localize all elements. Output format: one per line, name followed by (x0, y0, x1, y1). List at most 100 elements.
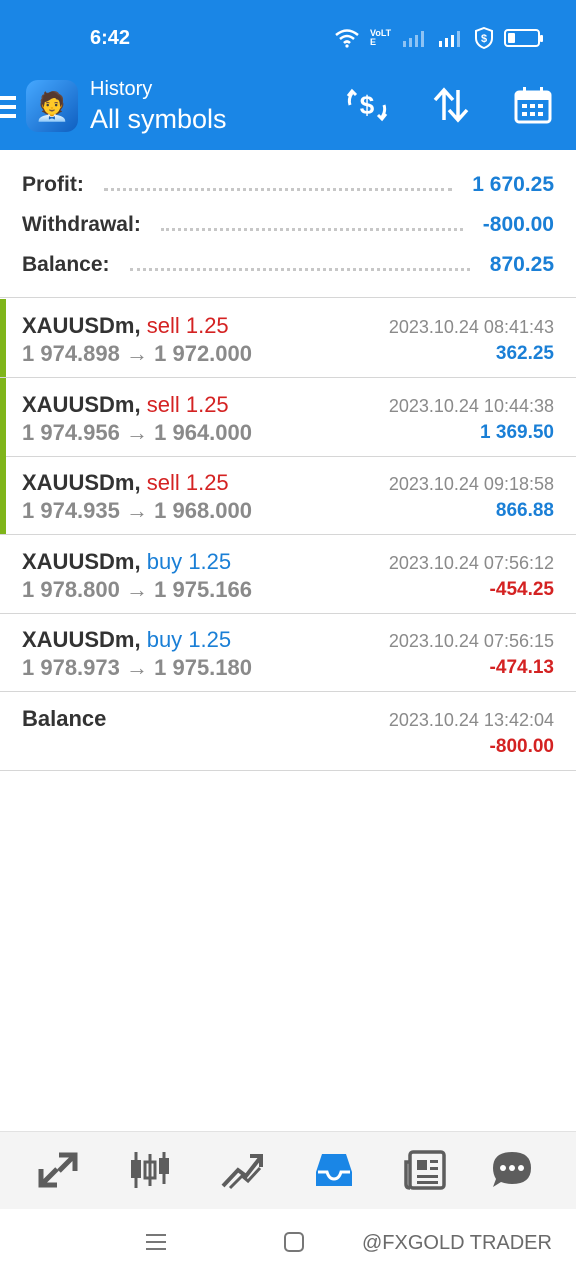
deal-profit: -474.13 (489, 657, 554, 679)
deal-symbol: XAUUSDm, (22, 548, 141, 574)
recent-apps-icon[interactable] (145, 1231, 167, 1253)
deal-close-price: 1 964.000 (154, 419, 252, 445)
deal-open-price: 1 974.956 (22, 419, 120, 445)
deal-side: sell (146, 391, 180, 417)
deal-arrow: → (126, 655, 148, 681)
deal-open-price: 1 978.973 (22, 655, 120, 681)
home-icon[interactable] (283, 1231, 305, 1253)
deal-arrow: → (126, 576, 148, 602)
deal-side: buy (146, 627, 183, 653)
deal-symbol: XAUUSDm, (22, 470, 141, 496)
deal-row[interactable]: XAUUSDm, buy 1.25 1 978.800 → 1 975.166 20… (0, 535, 576, 614)
wifi-icon (335, 29, 359, 48)
deal-profit: -454.25 (489, 578, 554, 600)
deal-symbol: XAUUSDm, (22, 627, 141, 653)
svg-text:$: $ (360, 90, 375, 120)
deal-profit: -800.00 (489, 736, 554, 757)
tab-trade[interactable] (220, 1150, 264, 1190)
tab-quotes[interactable] (36, 1150, 80, 1190)
deal-profit: 866.88 (495, 500, 554, 522)
summary-value: -800.00 (482, 213, 554, 236)
deal-profit: 1 369.50 (480, 421, 554, 443)
balance-row[interactable]: Balance 2023.10.24 13:42:04 -800.00 (0, 692, 576, 771)
deal-arrow: → (126, 341, 148, 366)
deal-time: 2023.10.24 10:44:38 (388, 395, 554, 416)
deal-close-price: 1 968.000 (154, 498, 252, 524)
deal-volume: 1.25 (185, 313, 229, 338)
summary-value: 1 670.25 (472, 173, 554, 196)
app-header: 6:42 VoLTE $ 🧑‍💼 Hi (0, 0, 576, 150)
deal-profit: 362.25 (495, 343, 554, 364)
deal-symbol: XAUUSDm, (22, 391, 141, 417)
summary-row-profit: Profit: 1 670.25 (22, 170, 554, 200)
deal-arrow: → (126, 419, 148, 445)
deal-close-price: 1 972.000 (154, 341, 252, 366)
leader-dots (160, 227, 463, 231)
deal-row[interactable]: XAUUSDm, sell 1.25 1 974.935 → 1 968.000 2… (0, 456, 576, 536)
dollar-icon: $ (346, 88, 388, 122)
deal-prices: 1 974.956 → 1 964.000 (22, 420, 252, 446)
deal-volume: 1.25 (188, 627, 232, 653)
tab-news[interactable] (404, 1150, 448, 1190)
summary-row-balance: Balance: 870.25 (22, 250, 554, 280)
deal-row[interactable]: XAUUSDm, buy 1.25 1 978.973 → 1 975.180 20… (0, 613, 576, 693)
battery-icon (504, 29, 543, 47)
deal-prices: 1 978.973 → 1 975.180 (22, 655, 252, 681)
deal-symbol-line: XAUUSDm, sell 1.25 (22, 470, 229, 496)
news-icon (404, 1150, 446, 1190)
signal-2-icon (439, 31, 460, 47)
messages-icon (493, 1152, 531, 1187)
deal-time: 2023.10.24 13:42:04 (388, 710, 554, 730)
sort-button[interactable] (430, 84, 472, 126)
deal-prices: 1 974.898 → 1 972.000 (22, 341, 252, 367)
deal-side: sell (146, 470, 180, 496)
deal-side: buy (146, 548, 183, 574)
deal-prices: 1 974.935 → 1 968.000 (22, 498, 252, 524)
deal-open-price: 1 974.898 (22, 341, 120, 366)
balance-label: Balance (22, 706, 107, 731)
deposit-filter-button[interactable]: $ (346, 84, 388, 126)
deal-volume: 1.25 (185, 391, 229, 417)
deal-symbol-line: XAUUSDm, sell 1.25 (22, 392, 229, 418)
tab-messages[interactable] (490, 1150, 534, 1190)
bottom-tab-bar (0, 1131, 576, 1209)
deal-arrow: → (126, 498, 148, 524)
history-icon (316, 1154, 352, 1186)
deal-volume: 1.25 (185, 470, 229, 496)
deal-time: 2023.10.24 09:18:58 (388, 474, 554, 495)
status-time: 6:42 (90, 27, 131, 49)
deal-time: 2023.10.24 07:56:12 (388, 552, 554, 573)
calendar-icon (514, 87, 552, 124)
deal-row[interactable]: XAUUSDm, sell 1.25 1 974.956 → 1 964.000 2… (0, 377, 576, 457)
chart-icon (131, 1152, 169, 1188)
status-icons: VoLTE $ (334, 27, 543, 49)
quotes-icon (38, 1152, 78, 1188)
deal-close-price: 1 975.180 (154, 655, 252, 681)
tab-history[interactable] (312, 1150, 356, 1190)
calendar-button[interactable] (512, 84, 554, 126)
deal-symbol-line: XAUUSDm, buy 1.25 (22, 627, 231, 653)
signal-icon (403, 31, 424, 47)
summary-label: Profit: (22, 173, 84, 196)
summary-value: 870.25 (489, 253, 554, 276)
tab-chart[interactable] (128, 1150, 172, 1190)
deal-symbol-line: XAUUSDm, sell 1.25 (22, 313, 229, 339)
symbol-filter[interactable]: All symbols (90, 104, 227, 135)
summary-label: Withdrawal: (22, 213, 141, 236)
app-logo: 🧑‍💼 (26, 80, 78, 132)
leader-dots (129, 267, 470, 271)
deal-marker (0, 299, 6, 377)
deal-prices: 1 978.800 → 1 975.166 (22, 577, 252, 603)
trade-icon (221, 1154, 263, 1190)
deal-marker (0, 456, 6, 535)
deal-row[interactable]: XAUUSDm, sell 1.25 1 974.898 → 1 972.000 2… (0, 299, 576, 378)
summary-label: Balance: (22, 253, 110, 276)
status-bar: 6:42 VoLTE $ (0, 0, 576, 70)
deal-open-price: 1 974.935 (22, 498, 120, 524)
deal-marker (0, 377, 6, 456)
deal-close-price: 1 975.166 (154, 576, 252, 602)
leader-dots (103, 187, 453, 191)
menu-icon[interactable] (0, 96, 16, 118)
header-title: History (90, 78, 153, 100)
deal-volume: 1.25 (188, 548, 232, 574)
